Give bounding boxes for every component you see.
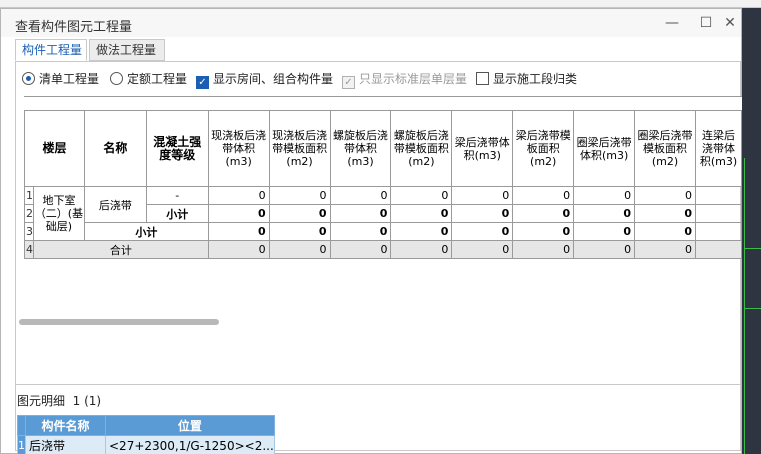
horizontal-scrollbar[interactable] <box>19 319 219 325</box>
detail-name-cell[interactable]: 后浇带 <box>25 435 106 454</box>
header-name[interactable]: 名称 <box>83 110 147 187</box>
value-cell[interactable]: 0 <box>329 222 392 241</box>
value-cell[interactable]: 0 <box>268 186 331 205</box>
table-row[interactable]: 3 小计 0 0 0 0 0 0 0 0 <box>24 222 742 241</box>
value-cell[interactable]: 0 <box>451 240 514 259</box>
value-cell[interactable]: 0 <box>573 204 636 223</box>
row-number: 3 <box>24 222 34 241</box>
tab-content: 清单工程量 定额工程量 ✓ 显示房间、组合构件量 ✓ 只显示标准层单层量 显示施工段… <box>15 61 742 451</box>
value-cell[interactable]: 0 <box>268 240 331 259</box>
header-linkbeam-volume[interactable]: 连梁后浇带体积(m3) <box>694 110 742 187</box>
radio-list-quantity[interactable]: 清单工程量 <box>22 70 99 90</box>
background-cad-canvas <box>742 8 761 454</box>
table-row-total[interactable]: 4 合计 0 0 0 0 0 0 0 0 <box>24 240 742 259</box>
value-cell[interactable]: 0 <box>573 186 636 205</box>
quantity-grid: 楼层 名称 混凝土强度等级 现浇板后浇带体积(m3) 现浇板后浇带模板面积(m2… <box>24 96 742 311</box>
value-cell[interactable]: 0 <box>207 204 270 223</box>
checkbox-unchecked-icon <box>476 72 489 85</box>
close-icon[interactable]: ✕ <box>719 13 741 33</box>
radio-selected-icon <box>22 72 35 85</box>
row-number: 1 <box>24 186 34 205</box>
tab-component-quantity[interactable]: 构件工程量 <box>15 39 87 61</box>
minimize-icon[interactable]: — <box>661 13 683 33</box>
header-floor[interactable]: 楼层 <box>24 110 85 187</box>
value-cell[interactable]: 0 <box>390 186 453 205</box>
detail-label: 图元明细 <box>17 394 66 408</box>
header-slab-volume[interactable]: 现浇板后浇带体积(m3) <box>207 110 270 187</box>
value-cell[interactable]: 0 <box>634 186 696 205</box>
quantity-table: 楼层 名称 混凝土强度等级 现浇板后浇带体积(m3) 现浇板后浇带模板面积(m2… <box>24 110 742 259</box>
detail-count: 1 (1) <box>72 394 102 408</box>
value-cell[interactable]: 0 <box>329 204 392 223</box>
value-cell[interactable]: 0 <box>207 240 270 259</box>
header-ringbeam-volume[interactable]: 圈梁后浇带体积(m3) <box>573 110 636 187</box>
subtotal-cell[interactable]: 小计 <box>83 222 209 241</box>
header-concrete-grade[interactable]: 混凝土强度等级 <box>145 110 209 187</box>
title-bar: 查看构件图元工程量 — ☐ ✕ <box>1 9 741 37</box>
row-number: 2 <box>24 204 34 223</box>
detail-header: 图元明细 1 (1) <box>17 392 101 409</box>
value-cell-clipped[interactable] <box>694 222 742 241</box>
value-cell[interactable]: 0 <box>390 240 453 259</box>
dialog-title: 查看构件图元工程量 <box>15 20 133 35</box>
tab-method-quantity[interactable]: 做法工程量 <box>89 39 165 61</box>
header-beam-volume[interactable]: 梁后浇带体积(m3) <box>451 110 514 187</box>
detail-divider[interactable] <box>15 384 741 385</box>
radio-quota-quantity[interactable]: 定额工程量 <box>110 70 187 90</box>
value-cell[interactable]: 0 <box>512 204 575 223</box>
header-beam-formwork[interactable]: 梁后浇带模板面积(m2) <box>512 110 575 187</box>
value-cell[interactable]: 0 <box>451 186 514 205</box>
value-cell-clipped[interactable] <box>694 240 742 259</box>
detail-position-cell[interactable]: <27+2300,1/G-1250><2... <box>105 435 275 454</box>
header-slab-formwork[interactable]: 现浇板后浇带模板面积(m2) <box>268 110 331 187</box>
checkbox-construction-section[interactable]: 显示施工段归类 <box>476 70 577 90</box>
value-cell[interactable]: 0 <box>512 186 575 205</box>
name-cell[interactable]: 后浇带 <box>83 186 147 223</box>
value-cell[interactable]: 0 <box>390 222 453 241</box>
value-cell[interactable]: 0 <box>207 186 270 205</box>
checkbox-show-rooms[interactable]: ✓ 显示房间、组合构件量 <box>196 70 333 90</box>
table-row[interactable]: 1 地下室（二）(基础层) 后浇带 - 0 0 0 0 0 0 0 0 <box>24 186 742 241</box>
value-cell-clipped[interactable] <box>694 186 742 205</box>
value-cell-clipped[interactable] <box>694 204 742 223</box>
maximize-icon[interactable]: ☐ <box>695 13 717 33</box>
value-cell[interactable]: 0 <box>268 222 331 241</box>
value-cell[interactable]: 0 <box>634 240 696 259</box>
checkbox-checked-icon: ✓ <box>196 76 209 89</box>
radio-unselected-icon <box>110 72 123 85</box>
detail-corner <box>17 415 26 436</box>
value-cell[interactable]: 0 <box>207 222 270 241</box>
background-app-strip <box>0 0 761 8</box>
value-cell[interactable]: 0 <box>451 222 514 241</box>
component-quantity-dialog: 查看构件图元工程量 — ☐ ✕ 构件工程量 做法工程量 清单工程量 定额工程量 … <box>0 8 742 454</box>
header-spiral-volume[interactable]: 螺旋板后浇带体积(m3) <box>329 110 392 187</box>
value-cell[interactable]: 0 <box>573 240 636 259</box>
value-cell[interactable]: 0 <box>512 222 575 241</box>
value-cell[interactable]: 0 <box>268 204 331 223</box>
value-cell[interactable]: 0 <box>329 240 392 259</box>
header-ringbeam-formwork[interactable]: 圈梁后浇带模板面积(m2) <box>634 110 696 187</box>
value-cell[interactable]: 0 <box>573 222 636 241</box>
detail-row[interactable]: 1 后浇带 <27+2300,1/G-1250><2... <box>17 435 275 454</box>
row-number: 1 <box>17 435 26 454</box>
grade-cell[interactable]: - <box>145 186 209 205</box>
detail-header-name[interactable]: 构件名称 <box>25 415 106 436</box>
value-cell[interactable]: 0 <box>512 240 575 259</box>
checkbox-standard-floor: ✓ 只显示标准层单层量 <box>342 70 467 90</box>
value-cell[interactable]: 0 <box>634 222 696 241</box>
value-cell[interactable]: 0 <box>390 204 453 223</box>
subtotal-cell[interactable]: 小计 <box>145 204 209 223</box>
detail-header-position[interactable]: 位置 <box>105 415 275 436</box>
floor-cell[interactable]: 地下室（二）(基础层) <box>33 186 85 241</box>
row-number: 4 <box>24 240 34 259</box>
value-cell[interactable]: 0 <box>451 204 514 223</box>
value-cell[interactable]: 0 <box>329 186 392 205</box>
header-spiral-formwork[interactable]: 螺旋板后浇带模板面积(m2) <box>390 110 453 187</box>
total-cell[interactable]: 合计 <box>33 240 209 259</box>
checkbox-disabled-checked-icon: ✓ <box>342 76 355 89</box>
value-cell[interactable]: 0 <box>634 204 696 223</box>
grid-header-band <box>24 96 742 110</box>
detail-table: 构件名称 位置 1 后浇带 <27+2300,1/G-1250><2... <box>17 415 275 454</box>
